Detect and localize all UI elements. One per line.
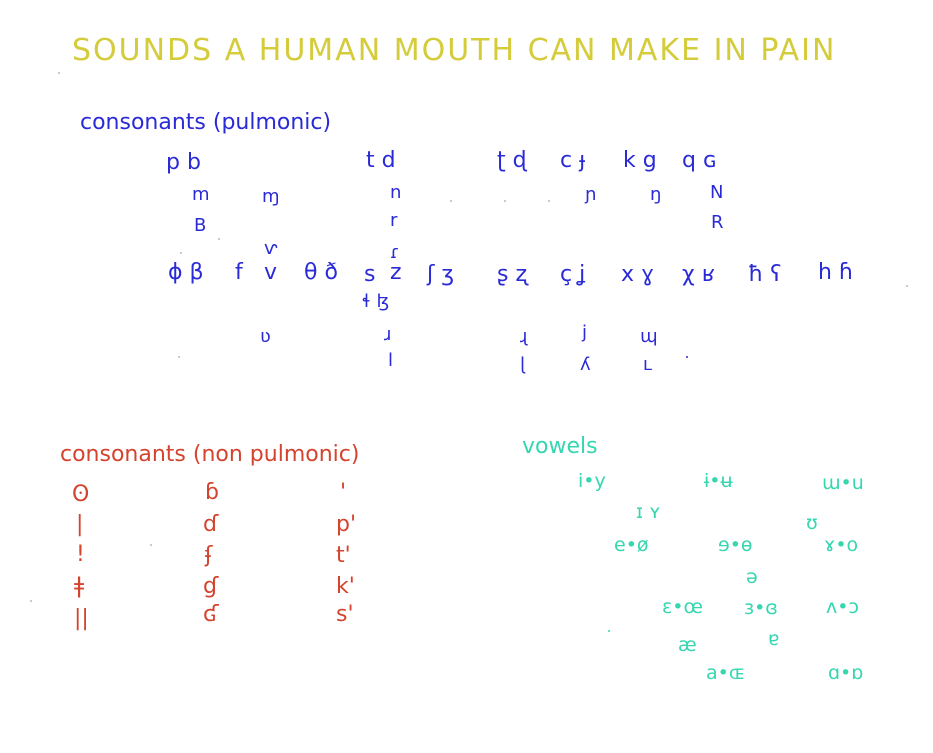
- paper-speck: [218, 238, 220, 240]
- paper-speck: [608, 630, 610, 632]
- implosive-bilabial: ɓ: [205, 480, 219, 505]
- paper-speck: [30, 600, 32, 602]
- pulmonic-fricative-z: z: [390, 260, 402, 285]
- pulmonic-fricative-dental: θ ð: [304, 260, 338, 285]
- pulmonic-lateral-approx-velar: ʟ: [643, 354, 653, 375]
- page-title: SOUNDS A HUMAN MOUTH CAN MAKE IN PAIN: [72, 33, 837, 68]
- pulmonic-plosive-velar: k g: [623, 148, 657, 173]
- ejective-velar: k': [336, 574, 355, 599]
- pulmonic-plosive-uvular: q ɢ: [682, 148, 717, 173]
- vowel-open-front: a•ɶ: [706, 662, 746, 684]
- nonpulmonic-heading: consonants (non pulmonic): [60, 442, 360, 467]
- ejective-bilabial: p': [336, 512, 357, 537]
- vowel-open-mid-back: ʌ•ɔ: [826, 596, 859, 618]
- pulmonic-lateral-approx-alveolar: l: [388, 350, 394, 371]
- pulmonic-fricative-glottal: h ɦ: [818, 260, 853, 285]
- vowel-close-mid-back: ɤ•o: [824, 534, 859, 556]
- pulmonic-plosive-palatal: c ɟ: [560, 148, 586, 173]
- paper-speck: [450, 200, 452, 202]
- vowels-heading: vowels: [522, 434, 598, 459]
- pulmonic-plosive-bilabial: p b: [166, 150, 201, 175]
- pulmonic-nasal-uvular: N: [710, 182, 724, 203]
- pulmonic-approximant-labiodental: ʋ: [260, 326, 271, 347]
- vowel-near-open-front: æ: [678, 634, 697, 656]
- pulmonic-lateral-approx-palatal: ʎ: [580, 354, 591, 375]
- implosive-velar: ɠ: [203, 574, 219, 599]
- implosive-palatal: ʄ: [205, 543, 213, 568]
- vowel-close-front: i•y: [578, 470, 606, 492]
- click-lateral: ||: [74, 606, 89, 631]
- pulmonic-tap-labiodental: ⱱ: [264, 238, 278, 259]
- vowel-open-mid-central: ɜ•ɞ: [744, 597, 778, 619]
- vowel-close-central: ɨ•ʉ: [704, 470, 733, 492]
- paper-speck: [178, 356, 180, 358]
- pulmonic-fricative-postalveolar: ʃ ʒ: [427, 262, 455, 287]
- paper-speck: [504, 200, 506, 202]
- click-postalveolar: !: [76, 542, 85, 567]
- paper-speck: [180, 252, 182, 254]
- pulmonic-nasal-alveolar: n: [390, 182, 402, 203]
- implosive-uvular: ʛ: [203, 602, 219, 627]
- pulmonic-fricative-v: v: [264, 260, 278, 285]
- vowel-near-close-front: ɪ ʏ: [636, 501, 661, 523]
- ejective-alveolar: t': [336, 543, 351, 568]
- implosive-alveolar: ɗ: [203, 512, 219, 537]
- vowel-near-close-back: ʊ: [806, 512, 818, 534]
- pulmonic-fricative-retroflex: ʂ ʐ: [497, 262, 528, 287]
- vowel-open-mid-front: ɛ•œ: [662, 596, 703, 618]
- paper-speck: [58, 72, 60, 74]
- pulmonic-fricative-velar: x ɣ: [621, 262, 655, 287]
- pulmonic-fricative-palatal: ç ʝ: [560, 262, 586, 287]
- pulmonic-plosive-alveolar: t d: [366, 148, 396, 173]
- pulmonic-fricative-s: s: [364, 262, 376, 287]
- click-bilabial: ʘ: [72, 482, 90, 507]
- pulmonic-trill-bilabial: B: [194, 215, 207, 236]
- pulmonic-nasal-bilabial: m: [192, 184, 210, 205]
- pulmonic-approximant-velar: ɰ: [640, 326, 658, 347]
- pulmonic-plosive-retroflex: ʈ ɖ: [497, 148, 527, 173]
- pulmonic-nasal-palatal: ɲ: [585, 184, 597, 205]
- pulmonic-approximant-retroflex: ɻ: [520, 326, 528, 347]
- pulmonic-lateral-approx-retroflex: ɭ: [520, 354, 526, 375]
- vowel-close-back: ɯ•u: [822, 472, 864, 494]
- paper-speck: [150, 544, 152, 546]
- click-dental: |: [76, 512, 84, 537]
- paper-speck: [906, 285, 908, 287]
- vowel-mid-central: ə: [746, 566, 758, 588]
- pulmonic-lateral-fricative: ɬ ɮ: [362, 291, 390, 312]
- click-palatoalveolar: ǂ: [74, 574, 85, 599]
- pulmonic-approximant-palatal: j: [582, 322, 588, 343]
- vowel-close-mid-central: ɘ•ɵ: [718, 534, 753, 556]
- vowel-close-mid-front: e•ø: [614, 534, 649, 556]
- pulmonic-fricative-bilabial: ɸ β: [168, 260, 204, 285]
- pulmonic-trill-alveolar: r: [390, 210, 398, 231]
- paper-speck: [548, 200, 550, 202]
- pulmonic-approximant-alveolar: ɹ: [384, 324, 392, 345]
- pulmonic-nasal-velar: ŋ: [650, 184, 662, 205]
- pulmonic-nasal-labiodental: ɱ: [262, 186, 280, 207]
- pulmonic-fricative-f: f: [235, 260, 243, 285]
- ejective-mark: ': [340, 480, 347, 505]
- pulmonic-fricative-uvular: χ ʁ: [682, 262, 715, 287]
- vowel-near-open-central: ɐ: [768, 628, 780, 650]
- vowel-open-back: ɑ•ɒ: [828, 662, 864, 684]
- pulmonic-trill-uvular: R: [711, 212, 724, 233]
- pulmonic-fricative-pharyngeal: ħ ʕ: [748, 262, 782, 287]
- paper-speck: [686, 356, 688, 358]
- pulmonic-heading: consonants (pulmonic): [80, 110, 332, 135]
- ejective-alveolar-fricative: s': [336, 602, 354, 627]
